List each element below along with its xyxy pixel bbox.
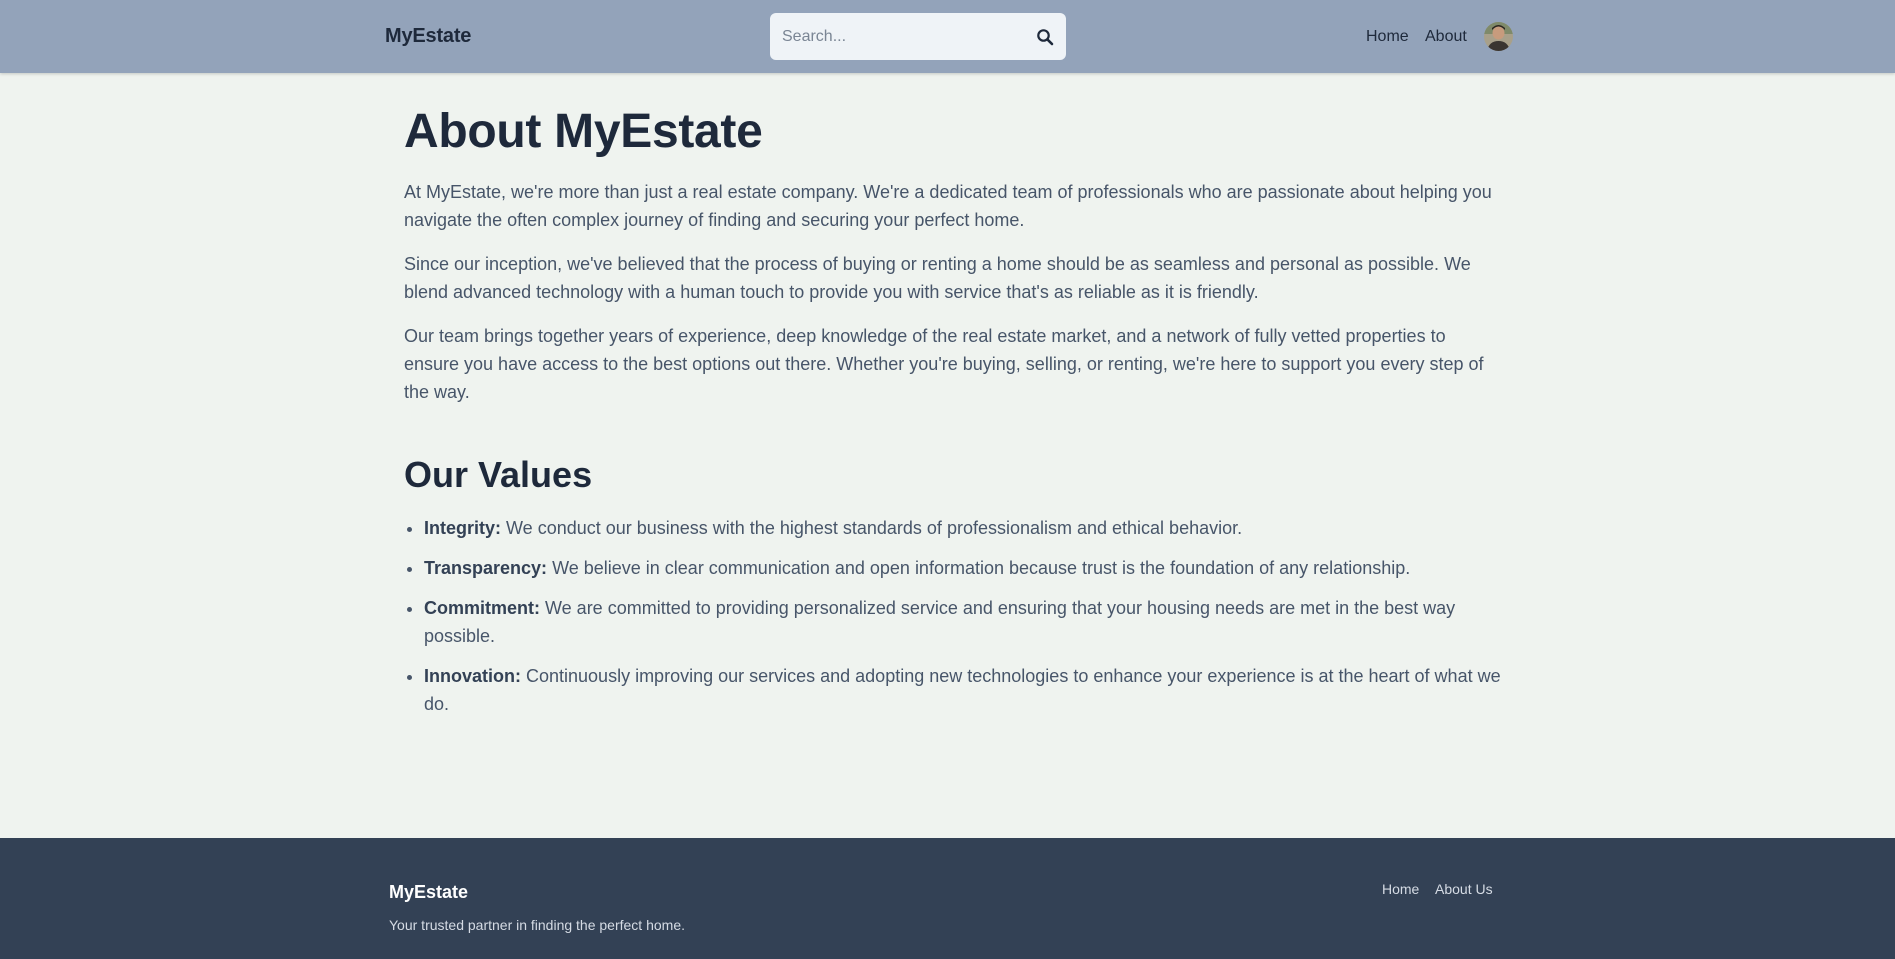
footer-about-link[interactable]: About Us <box>1435 881 1493 897</box>
search-input[interactable] <box>782 13 1012 60</box>
footer: MyEstate Your trusted partner in finding… <box>0 838 1895 959</box>
user-avatar-icon <box>1484 22 1513 51</box>
team-paragraph: Our team brings together years of experi… <box>404 326 1484 402</box>
intro-paragraph: At MyEstate, we're more than just a real… <box>404 182 1492 230</box>
value-name: Innovation: <box>424 666 521 686</box>
footer-tagline: Your trusted partner in finding the perf… <box>389 917 685 933</box>
value-description: We are committed to providing personaliz… <box>424 598 1456 646</box>
nav-home-link[interactable]: Home <box>1366 28 1409 46</box>
brand-logo[interactable]: MyEstate <box>385 25 471 48</box>
nav-about-link[interactable]: About <box>1425 28 1467 46</box>
value-description: We believe in clear communication and op… <box>547 558 1411 578</box>
value-item-innovation: Innovation: Continuously improving our s… <box>424 662 1514 718</box>
value-description: Continuously improving our services and … <box>424 666 1501 714</box>
footer-home-link[interactable]: Home <box>1382 881 1419 897</box>
history-paragraph: Since our inception, we've believed that… <box>404 254 1471 302</box>
value-item-integrity: Integrity: We conduct our business with … <box>424 514 1514 542</box>
value-name: Integrity: <box>424 518 502 538</box>
top-navbar: MyEstate Home About <box>0 0 1895 73</box>
search-box <box>770 13 1066 60</box>
values-heading: Our Values <box>404 454 593 495</box>
value-name: Transparency: <box>424 558 548 578</box>
footer-brand: MyEstate <box>389 882 469 902</box>
value-item-transparency: Transparency: We believe in clear commun… <box>424 554 1514 582</box>
value-item-commitment: Commitment: We are committed to providin… <box>424 594 1514 650</box>
value-description: We conduct our business with the highest… <box>501 518 1243 538</box>
page-title: About MyEstate <box>404 105 763 158</box>
search-icon[interactable] <box>1036 28 1054 46</box>
avatar[interactable] <box>1484 22 1513 51</box>
main-content: About MyEstate At MyEstate, we're more t… <box>404 100 1501 714</box>
value-name: Commitment: <box>424 598 540 618</box>
values-list: Integrity: We conduct our business with … <box>404 514 1514 730</box>
